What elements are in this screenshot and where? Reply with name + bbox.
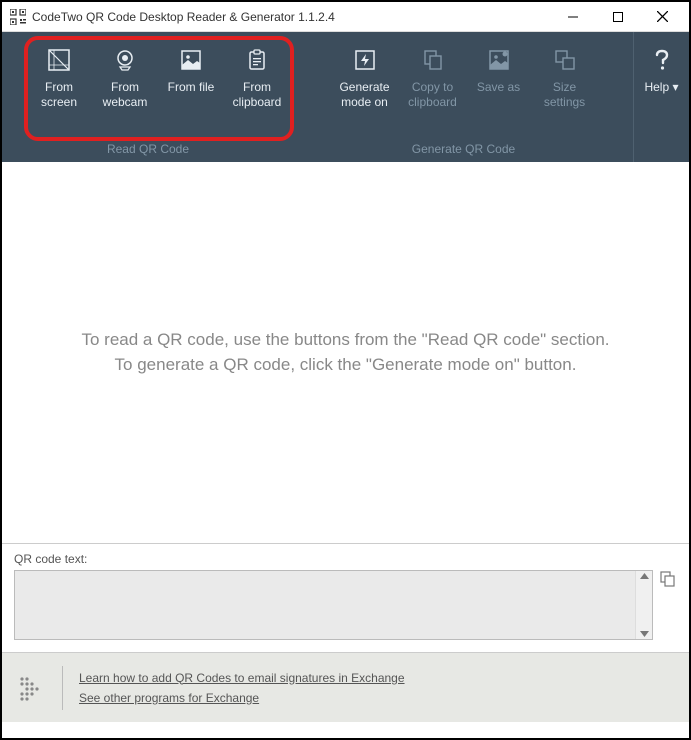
copy-to-clipboard-button[interactable]: Copy to clipboard (400, 40, 466, 142)
generate-icon (353, 48, 377, 72)
save-as-button[interactable]: Save as (466, 40, 532, 142)
from-screen-label: From screen (30, 80, 88, 110)
copy-small-icon (660, 571, 676, 587)
generate-mode-button[interactable]: Generate mode on (330, 40, 400, 142)
qr-text-label: QR code text: (14, 552, 677, 566)
save-as-label: Save as (477, 80, 520, 95)
app-icon (10, 9, 26, 25)
size-settings-label: Size settings (536, 80, 594, 110)
window-title: CodeTwo QR Code Desktop Reader & Generat… (32, 10, 550, 24)
from-file-label: From file (168, 80, 215, 95)
minimize-button[interactable] (550, 2, 595, 32)
footer-link-exchange-signatures[interactable]: Learn how to add QR Codes to email signa… (79, 671, 405, 685)
read-qr-group: From screen From webcam From file From c… (2, 32, 294, 162)
clipboard-icon (245, 48, 269, 72)
from-clipboard-label: From clipboard (228, 80, 286, 110)
help-label: Help ▾ (644, 80, 678, 95)
generate-qr-group: Generate mode on Copy to clipboard Save … (294, 32, 633, 162)
save-icon (487, 48, 511, 72)
from-webcam-label: From webcam (96, 80, 154, 110)
qr-text-area[interactable] (14, 570, 653, 640)
footer-divider (62, 666, 63, 710)
toolbar: From screen From webcam From file From c… (2, 32, 689, 162)
copy-text-button[interactable] (659, 570, 677, 588)
help-group: Help ▾ (633, 32, 689, 162)
copy-icon (421, 48, 445, 72)
maximize-button[interactable] (595, 2, 640, 32)
screen-icon (47, 48, 71, 72)
from-webcam-button[interactable]: From webcam (92, 40, 158, 142)
qr-text-section: QR code text: (2, 543, 689, 652)
hint-line-1: To read a QR code, use the buttons from … (81, 328, 609, 353)
hint-line-2: To generate a QR code, click the "Genera… (115, 353, 577, 378)
scroll-up-icon (640, 573, 649, 579)
content-area: To read a QR code, use the buttons from … (2, 162, 689, 543)
close-button[interactable] (640, 2, 685, 32)
size-settings-button[interactable]: Size settings (532, 40, 598, 142)
webcam-icon (113, 48, 137, 72)
copy-to-clipboard-label: Copy to clipboard (404, 80, 462, 110)
scrollbar[interactable] (635, 571, 652, 639)
footer-arrow-icon (16, 673, 46, 703)
titlebar: CodeTwo QR Code Desktop Reader & Generat… (2, 2, 689, 32)
help-icon (650, 48, 674, 72)
footer: Learn how to add QR Codes to email signa… (2, 652, 689, 722)
footer-link-other-programs[interactable]: See other programs for Exchange (79, 691, 405, 705)
read-group-label: Read QR Code (107, 142, 189, 162)
from-clipboard-button[interactable]: From clipboard (224, 40, 290, 142)
from-screen-button[interactable]: From screen (26, 40, 92, 142)
file-icon (179, 48, 203, 72)
size-icon (553, 48, 577, 72)
help-button[interactable]: Help ▾ (634, 40, 690, 144)
gen-group-label: Generate QR Code (412, 142, 515, 162)
generate-mode-label: Generate mode on (334, 80, 396, 110)
from-file-button[interactable]: From file (158, 40, 224, 142)
scroll-down-icon (640, 631, 649, 637)
footer-links: Learn how to add QR Codes to email signa… (79, 671, 405, 705)
